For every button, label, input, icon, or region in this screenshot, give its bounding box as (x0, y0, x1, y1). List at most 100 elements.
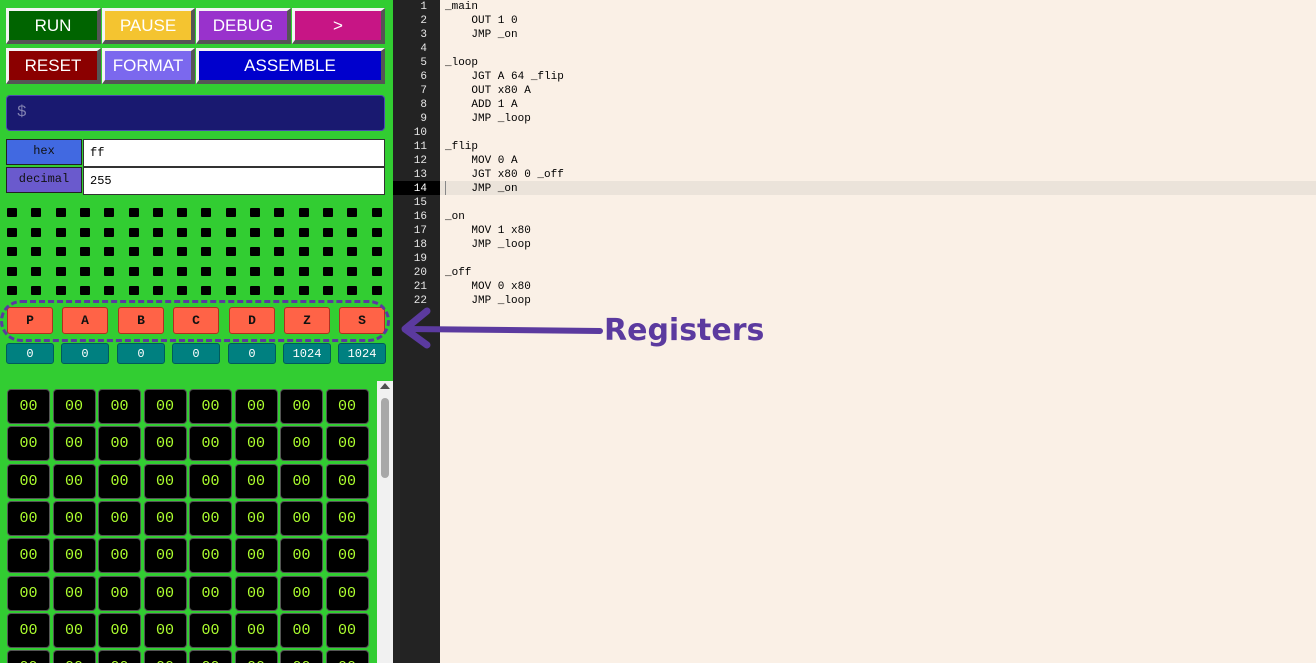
memory-cell[interactable]: 00 (143, 463, 187, 499)
hex-field[interactable]: ff (83, 139, 385, 167)
decimal-field[interactable]: 255 (83, 167, 385, 195)
memory-cell[interactable]: 00 (98, 538, 141, 574)
memory-cell[interactable]: 00 (7, 426, 50, 462)
memory-cell[interactable]: 00 (234, 500, 278, 536)
memory-cell[interactable]: 00 (52, 463, 96, 499)
memory-cell[interactable]: 00 (7, 389, 50, 424)
assemble-button[interactable]: ASSEMBLE (196, 48, 385, 84)
line-number: 16 (413, 211, 427, 223)
memory-cell[interactable]: 00 (7, 575, 50, 611)
memory-cell[interactable]: 00 (325, 612, 369, 648)
memory-cell[interactable]: 00 (7, 538, 50, 574)
memory-cell[interactable]: 00 (143, 500, 187, 536)
memory-cell[interactable]: 00 (234, 426, 278, 462)
memory-cell[interactable]: 00 (52, 426, 96, 462)
format-button[interactable]: FORMAT (102, 48, 195, 84)
memory-cell[interactable]: 00 (234, 538, 278, 574)
memory-cell[interactable]: 00 (189, 650, 232, 663)
code-line: JGT x80 0 _off (445, 169, 564, 181)
led (79, 208, 90, 217)
memory-cell[interactable]: 00 (7, 500, 50, 536)
step-button[interactable]: > (292, 8, 385, 44)
memory-cell[interactable]: 00 (280, 538, 323, 574)
memory-cell[interactable]: 00 (143, 612, 187, 648)
terminal-input[interactable]: $ (6, 95, 385, 131)
memory-cell[interactable]: 00 (7, 650, 50, 663)
memory-scrollbar[interactable] (377, 381, 393, 663)
memory-cell[interactable]: 00 (325, 389, 369, 424)
memory-cell[interactable]: 00 (143, 538, 187, 574)
memory-cell[interactable]: 00 (52, 500, 96, 536)
memory-cell[interactable]: 00 (234, 463, 278, 499)
memory-cell[interactable]: 00 (280, 463, 323, 499)
memory-cell[interactable]: 00 (280, 612, 323, 648)
register-s-value: 1024 (338, 343, 386, 364)
led (7, 247, 17, 256)
line-number: 7 (420, 85, 427, 97)
memory-cell[interactable]: 00 (280, 650, 323, 663)
memory-cell[interactable]: 00 (98, 463, 141, 499)
line-number: 12 (413, 155, 427, 167)
memory-cell[interactable]: 00 (143, 650, 187, 663)
memory-cell[interactable]: 00 (189, 538, 232, 574)
memory-cell[interactable]: 00 (234, 575, 278, 611)
memory-cell[interactable]: 00 (234, 389, 278, 424)
run-button[interactable]: RUN (6, 8, 101, 44)
led (322, 208, 333, 217)
memory-cell[interactable]: 00 (52, 612, 96, 648)
memory-cell[interactable]: 00 (52, 538, 96, 574)
led (31, 227, 42, 237)
memory-cell[interactable]: 00 (143, 426, 187, 462)
memory-cell[interactable]: 00 (143, 389, 187, 424)
memory-cell[interactable]: 00 (234, 612, 278, 648)
memory-cell[interactable]: 00 (325, 575, 369, 611)
led (7, 286, 17, 295)
memory-cell[interactable]: 00 (52, 575, 96, 611)
memory-cell[interactable]: 00 (189, 389, 232, 424)
led (347, 286, 358, 295)
memory-cell[interactable]: 00 (189, 575, 232, 611)
memory-cell[interactable]: 00 (98, 612, 141, 648)
debug-button[interactable]: DEBUG (196, 8, 291, 44)
memory-cell[interactable]: 00 (280, 426, 323, 462)
led (128, 286, 139, 295)
led (298, 286, 309, 295)
code-line: MOV 1 x80 (445, 225, 531, 237)
memory-cell[interactable]: 00 (325, 426, 369, 462)
line-number: 6 (420, 71, 427, 83)
decimal-label: decimal (6, 167, 82, 193)
led (7, 266, 17, 276)
memory-cell[interactable]: 00 (189, 426, 232, 462)
scrollbar-thumb[interactable] (381, 398, 389, 478)
memory-cell[interactable]: 00 (52, 650, 96, 663)
memory-cell[interactable]: 00 (234, 650, 278, 663)
scroll-up-icon[interactable] (380, 383, 390, 389)
memory-cell[interactable]: 00 (52, 389, 96, 424)
memory-cell[interactable]: 00 (7, 463, 50, 499)
code-line: _flip (445, 141, 479, 153)
memory-cell[interactable]: 00 (7, 612, 50, 648)
memory-cell[interactable]: 00 (325, 500, 369, 536)
memory-cell[interactable]: 00 (280, 575, 323, 611)
memory-cell[interactable]: 00 (325, 463, 369, 499)
memory-cell[interactable]: 00 (189, 463, 232, 499)
memory-cell[interactable]: 00 (280, 389, 323, 424)
memory-cell[interactable]: 00 (189, 612, 232, 648)
registers-annotation-label: Registers (604, 313, 765, 348)
memory-cell[interactable]: 00 (325, 538, 369, 574)
memory-cell[interactable]: 00 (98, 389, 141, 424)
led (79, 227, 90, 237)
memory-cell[interactable]: 00 (98, 500, 141, 536)
reset-button[interactable]: RESET (6, 48, 101, 84)
pause-button[interactable]: PAUSE (102, 8, 195, 44)
memory-cell[interactable]: 00 (325, 650, 369, 663)
memory-cell[interactable]: 00 (143, 575, 187, 611)
memory-cell[interactable]: 00 (98, 650, 141, 663)
memory-cell[interactable]: 00 (280, 500, 323, 536)
memory-cell[interactable]: 00 (189, 500, 232, 536)
memory-cell[interactable]: 00 (98, 575, 141, 611)
led (347, 227, 358, 237)
led (201, 286, 212, 295)
code-line: MOV 0 x80 (445, 281, 531, 293)
memory-cell[interactable]: 00 (98, 426, 141, 462)
